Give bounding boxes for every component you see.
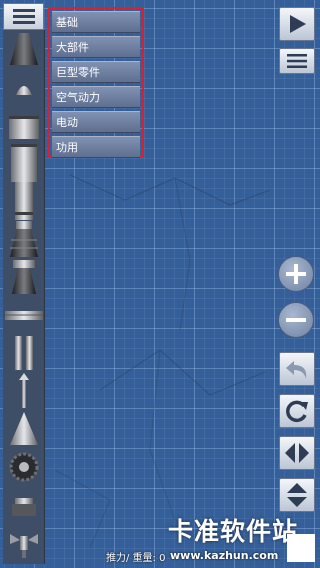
wheel-icon <box>9 452 38 482</box>
wheel-part[interactable] <box>3 448 44 486</box>
separator-icon <box>4 311 43 320</box>
play-icon <box>290 15 306 33</box>
hamburger-icon <box>287 54 307 68</box>
watermark-logo-box <box>287 534 315 562</box>
strut-part[interactable] <box>3 372 44 410</box>
nose-cone-part[interactable] <box>3 410 44 448</box>
play-button[interactable] <box>279 7 315 41</box>
satellite-part[interactable] <box>3 524 44 562</box>
flip-vertical-button[interactable] <box>279 478 315 512</box>
rotate-button[interactable] <box>279 394 315 428</box>
category-huge-parts[interactable]: 巨型零件 <box>52 61 140 83</box>
options-button[interactable] <box>279 48 315 74</box>
nose-cap-part[interactable] <box>3 68 44 106</box>
nose-cone-icon <box>9 412 38 445</box>
engine-part[interactable] <box>3 258 44 296</box>
strut-icon <box>18 373 29 408</box>
engine-nozzle-part[interactable] <box>3 30 44 68</box>
satellite-icon <box>9 534 38 558</box>
fuel-tank-part[interactable] <box>3 106 44 144</box>
separator-part[interactable] <box>3 296 44 334</box>
category-large-parts[interactable]: 大部件 <box>52 36 140 58</box>
flip-vertical-icon <box>287 483 307 507</box>
category-utility[interactable]: 功用 <box>52 136 140 158</box>
large-fuel-tank-icon <box>10 144 37 182</box>
flip-horizontal-icon <box>285 443 309 463</box>
thrust-weight-status: 推力/ 重量: 0 <box>106 553 166 564</box>
minus-icon <box>286 318 306 322</box>
watermark-url: www.kazhun.com <box>170 549 279 562</box>
hamburger-icon <box>12 9 35 12</box>
rotate-icon <box>286 400 308 423</box>
menu-button[interactable] <box>3 3 44 30</box>
undo-button[interactable] <box>279 352 315 386</box>
watermark-logo: 卡准软件站 <box>168 517 299 546</box>
engine-icon <box>11 260 36 294</box>
parts-sidebar[interactable] <box>3 30 45 564</box>
category-menu: 基础 大部件 巨型零件 空气动力 电动 功用 <box>48 7 144 158</box>
large-engine-icon <box>9 221 38 257</box>
large-fuel-tank-part[interactable] <box>3 144 44 182</box>
undo-icon <box>286 361 307 379</box>
docking-port-part[interactable] <box>3 486 44 524</box>
nose-cap-icon <box>15 86 32 95</box>
plus-icon <box>286 264 306 284</box>
docking-port-icon <box>11 498 36 516</box>
side-tank-part[interactable] <box>3 334 44 372</box>
side-tank-icon <box>14 336 33 370</box>
tall-fuel-tank-part[interactable] <box>3 182 44 220</box>
fuel-tank-icon <box>8 116 39 139</box>
engine-nozzle-icon <box>9 33 38 65</box>
category-aerodynamics[interactable]: 空气动力 <box>52 86 140 108</box>
zoom-in-button[interactable] <box>278 256 314 292</box>
tall-fuel-tank-icon <box>14 182 33 220</box>
category-basic[interactable]: 基础 <box>52 11 140 33</box>
zoom-out-button[interactable] <box>278 302 314 338</box>
category-electric[interactable]: 电动 <box>52 111 140 133</box>
flip-horizontal-button[interactable] <box>279 436 315 470</box>
large-engine-part[interactable] <box>3 220 44 258</box>
